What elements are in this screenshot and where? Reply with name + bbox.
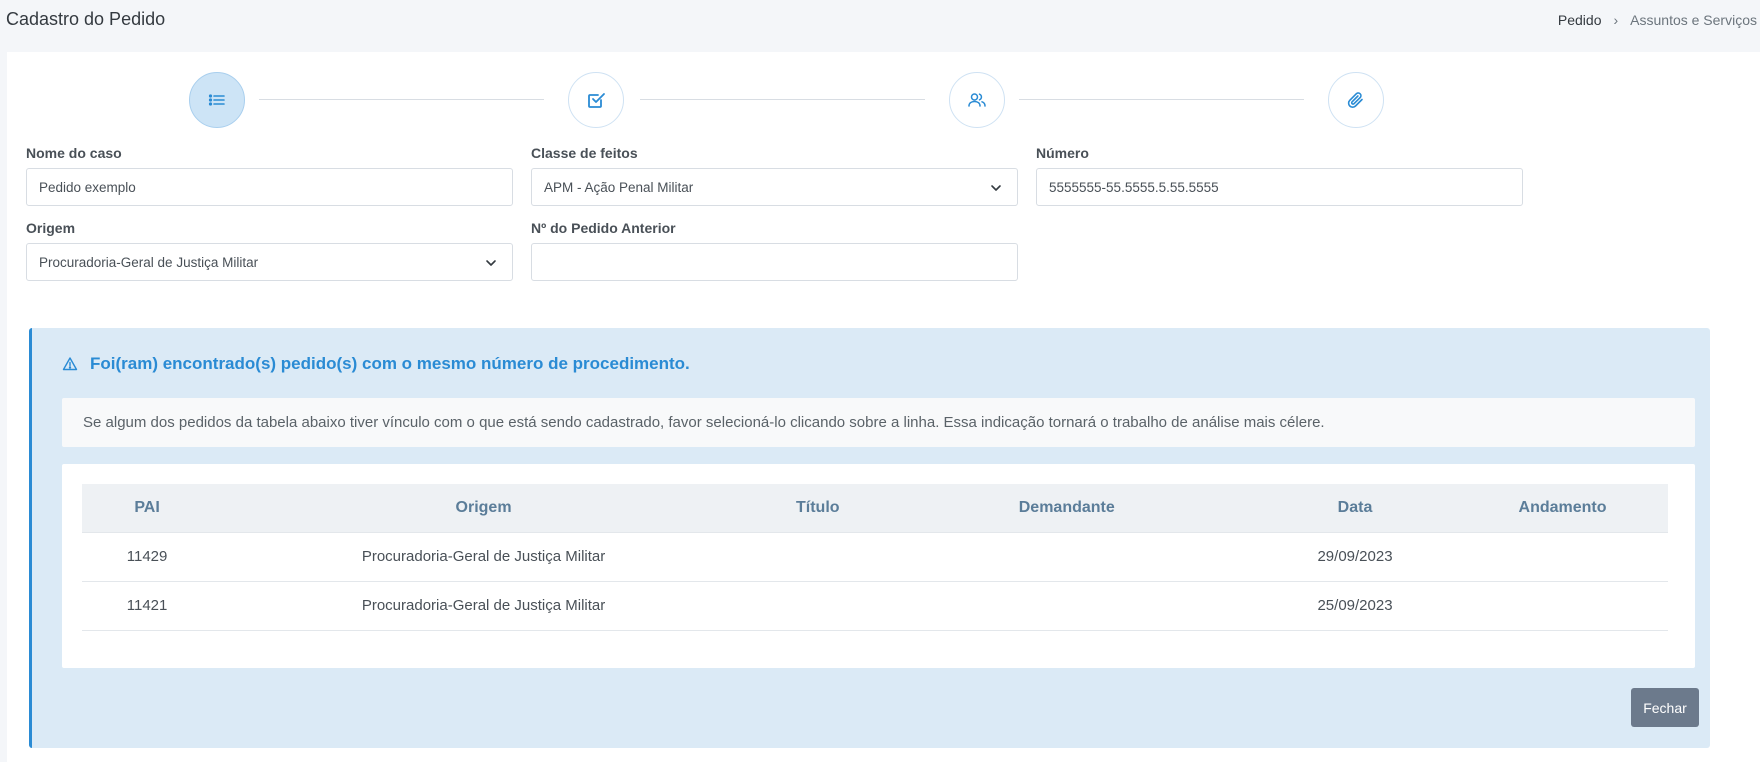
results-table: PAI Origem Título Demandante Data Andame… <box>82 484 1668 631</box>
table-row[interactable]: 11429 Procuradoria-Geral de Justiça Mili… <box>82 532 1668 581</box>
origem-label: Origem <box>26 220 76 236</box>
cell-data: 29/09/2023 <box>1317 548 1393 565</box>
step-subjects[interactable] <box>568 72 624 128</box>
cell-demandante <box>881 532 1253 581</box>
cell-origem: Procuradoria-Geral de Justiça Militar <box>361 597 606 614</box>
nome-label: Nome do caso <box>26 145 122 161</box>
cell-pai: 11429 <box>126 548 168 565</box>
classe-select[interactable]: APM - Ação Penal Militar <box>531 168 1018 206</box>
step-parties[interactable] <box>949 72 1005 128</box>
cell-demandante <box>881 581 1253 630</box>
col-header-pai[interactable]: PAI <box>82 484 212 532</box>
cell-origem: Procuradoria-Geral de Justiça Militar <box>361 548 606 565</box>
numero-label: Número <box>1036 145 1089 161</box>
chevron-right-icon: › <box>1613 12 1619 28</box>
alert-title: Foi(ram) encontrado(s) pedido(s) com o m… <box>62 354 690 374</box>
cell-titulo <box>755 581 881 630</box>
cell-titulo <box>755 532 881 581</box>
col-header-data[interactable]: Data <box>1253 484 1457 532</box>
results-table-container: PAI Origem Título Demandante Data Andame… <box>62 464 1695 668</box>
checkbox-icon <box>588 93 605 108</box>
close-button[interactable]: Fechar <box>1631 688 1699 727</box>
col-header-titulo[interactable]: Título <box>755 484 881 532</box>
stepper <box>7 72 1760 128</box>
duplicate-alert: Foi(ram) encontrado(s) pedido(s) com o m… <box>29 328 1710 748</box>
table-row[interactable]: 11421 Procuradoria-Geral de Justiça Mili… <box>82 581 1668 630</box>
col-header-andamento[interactable]: Andamento <box>1457 484 1668 532</box>
origem-select[interactable]: Procuradoria-Geral de Justiça Militar <box>26 243 513 281</box>
col-header-demandante[interactable]: Demandante <box>881 484 1253 532</box>
page-title: Cadastro do Pedido <box>6 9 166 29</box>
stepper-connector <box>259 99 544 100</box>
users-icon <box>968 93 986 107</box>
page-header: Cadastro do Pedido Pedido › Assuntos e S… <box>0 0 1760 48</box>
stepper-connector <box>640 99 925 100</box>
cell-data: 25/09/2023 <box>1317 597 1393 614</box>
col-header-origem[interactable]: Origem <box>212 484 755 532</box>
breadcrumb-item-pedido[interactable]: Pedido <box>1558 12 1602 28</box>
numero-input[interactable]: 5555555-55.5555.5.55.5555 <box>1036 168 1523 206</box>
chevron-down-icon <box>991 185 1001 191</box>
classe-value: APM - Ação Penal Militar <box>544 179 694 195</box>
anterior-input[interactable] <box>531 243 1018 281</box>
stepper-connector <box>1019 99 1304 100</box>
step-details[interactable] <box>189 72 245 128</box>
alert-message: Se algum dos pedidos da tabela abaixo ti… <box>62 398 1695 447</box>
form-card: Nome do caso Pedido exemplo Classe de fe… <box>7 52 1760 762</box>
step-attachments[interactable] <box>1328 72 1384 128</box>
origem-value: Procuradoria-Geral de Justiça Militar <box>39 254 259 270</box>
classe-label: Classe de feitos <box>531 145 638 161</box>
paperclip-icon <box>1347 92 1363 108</box>
numero-value: 5555555-55.5555.5.55.5555 <box>1049 179 1219 195</box>
breadcrumb-item-current: Assuntos e Serviços <box>1630 12 1757 28</box>
nome-input[interactable]: Pedido exemplo <box>26 168 513 206</box>
list-icon <box>208 94 225 106</box>
alert-title-text: Foi(ram) encontrado(s) pedido(s) com o m… <box>90 354 690 373</box>
cell-andamento <box>1457 532 1668 581</box>
anterior-label: Nº do Pedido Anterior <box>531 220 676 236</box>
chevron-down-icon <box>486 260 496 266</box>
cell-pai: 11421 <box>126 597 168 614</box>
table-header-row: PAI Origem Título Demandante Data Andame… <box>82 484 1668 532</box>
cell-andamento <box>1457 581 1668 630</box>
warning-icon <box>62 357 78 371</box>
nome-value: Pedido exemplo <box>39 179 136 195</box>
breadcrumb: Pedido › Assuntos e Serviços <box>1558 12 1757 28</box>
